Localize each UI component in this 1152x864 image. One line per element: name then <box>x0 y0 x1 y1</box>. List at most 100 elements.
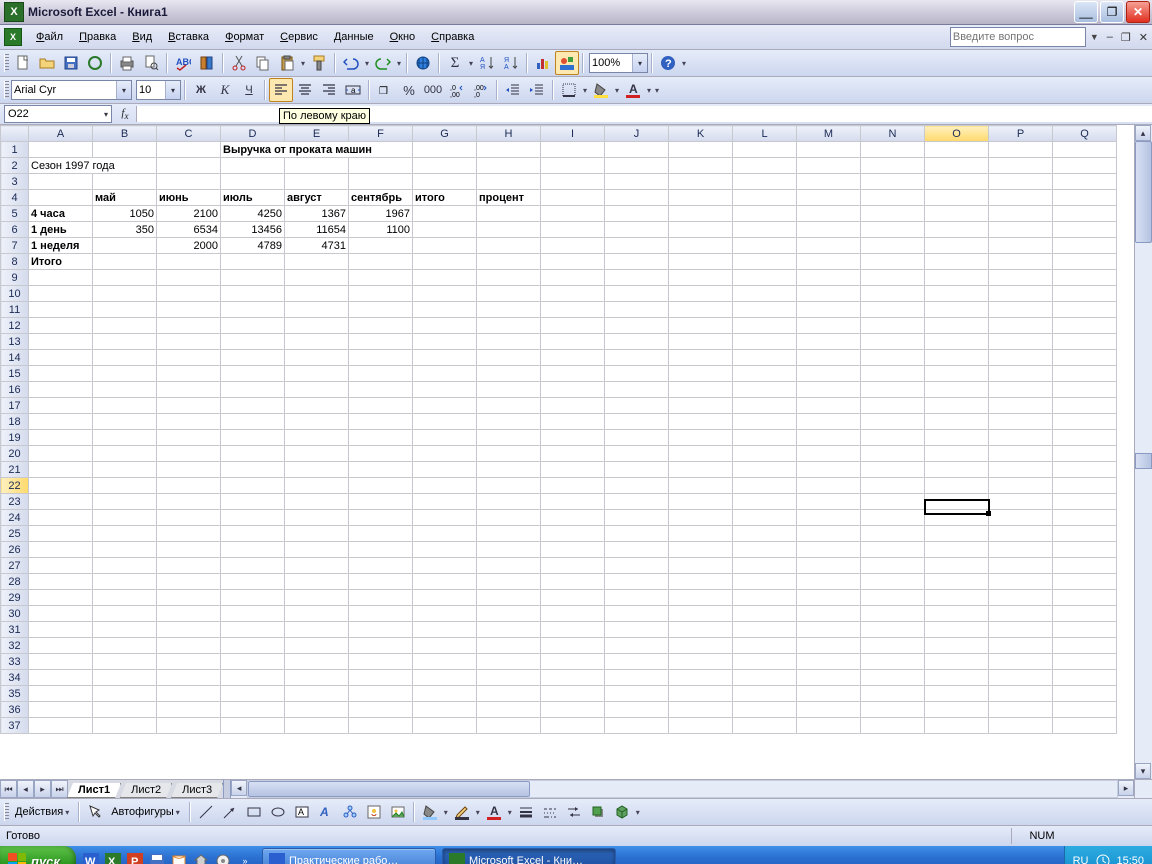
cell-I7[interactable] <box>541 238 605 254</box>
align-right-button[interactable] <box>317 78 341 102</box>
cell-O28[interactable] <box>925 574 989 590</box>
cell-Q8[interactable] <box>1053 254 1117 270</box>
cell-H35[interactable] <box>477 686 541 702</box>
row-header-12[interactable]: 12 <box>1 318 29 334</box>
borders-dropdown-icon[interactable]: ▾ <box>581 86 589 95</box>
row-header-28[interactable]: 28 <box>1 574 29 590</box>
cell-C30[interactable] <box>157 606 221 622</box>
cell-L1[interactable] <box>733 142 797 158</box>
cell-G19[interactable] <box>413 430 477 446</box>
row-header-15[interactable]: 15 <box>1 366 29 382</box>
cell-E24[interactable] <box>285 510 349 526</box>
cell-G7[interactable] <box>413 238 477 254</box>
cell-Q29[interactable] <box>1053 590 1117 606</box>
cell-N32[interactable] <box>861 638 925 654</box>
cell-J35[interactable] <box>605 686 669 702</box>
cell-B16[interactable] <box>93 382 157 398</box>
cell-L13[interactable] <box>733 334 797 350</box>
cell-Q24[interactable] <box>1053 510 1117 526</box>
fill-color-draw-button[interactable] <box>418 800 442 824</box>
cell-D21[interactable] <box>221 462 285 478</box>
cell-I36[interactable] <box>541 702 605 718</box>
cell-B17[interactable] <box>93 398 157 414</box>
cell-A30[interactable] <box>29 606 93 622</box>
format-painter-icon[interactable] <box>307 51 331 75</box>
fx-button[interactable]: fx <box>116 107 134 121</box>
cell-K25[interactable] <box>669 526 733 542</box>
cell-C12[interactable] <box>157 318 221 334</box>
cell-K5[interactable] <box>669 206 733 222</box>
cell-L23[interactable] <box>733 494 797 510</box>
cell-J11[interactable] <box>605 302 669 318</box>
cell-F11[interactable] <box>349 302 413 318</box>
italic-button[interactable]: К <box>213 78 237 102</box>
menu-файл[interactable]: Файл <box>28 28 71 46</box>
cell-H22[interactable] <box>477 478 541 494</box>
row-header-10[interactable]: 10 <box>1 286 29 302</box>
cell-N10[interactable] <box>861 286 925 302</box>
cell-I37[interactable] <box>541 718 605 734</box>
cell-Q36[interactable] <box>1053 702 1117 718</box>
row-header-5[interactable]: 5 <box>1 206 29 222</box>
cell-G15[interactable] <box>413 366 477 382</box>
cell-P36[interactable] <box>989 702 1053 718</box>
cell-A35[interactable] <box>29 686 93 702</box>
cell-H9[interactable] <box>477 270 541 286</box>
cell-M29[interactable] <box>797 590 861 606</box>
line-color-dropdown-icon[interactable]: ▾ <box>474 808 482 817</box>
system-tray[interactable]: RU 15:50 <box>1064 846 1152 864</box>
cell-Q1[interactable] <box>1053 142 1117 158</box>
sort-desc-icon[interactable]: ЯА <box>499 51 523 75</box>
cell-A10[interactable] <box>29 286 93 302</box>
cell-E27[interactable] <box>285 558 349 574</box>
cell-H13[interactable] <box>477 334 541 350</box>
cell-D23[interactable] <box>221 494 285 510</box>
ql-word-icon[interactable]: W <box>81 850 101 864</box>
cell-J19[interactable] <box>605 430 669 446</box>
cell-Q20[interactable] <box>1053 446 1117 462</box>
cell-L32[interactable] <box>733 638 797 654</box>
cell-K13[interactable] <box>669 334 733 350</box>
cell-I13[interactable] <box>541 334 605 350</box>
menu-справка[interactable]: Справка <box>423 28 482 46</box>
cell-D13[interactable] <box>221 334 285 350</box>
cell-J6[interactable] <box>605 222 669 238</box>
cell-O8[interactable] <box>925 254 989 270</box>
cell-A18[interactable] <box>29 414 93 430</box>
new-file-icon[interactable] <box>11 51 35 75</box>
cell-K14[interactable] <box>669 350 733 366</box>
font-color-button[interactable]: A <box>621 78 645 102</box>
cell-F4[interactable]: сентябрь <box>349 190 413 206</box>
cell-A9[interactable] <box>29 270 93 286</box>
scroll-right-icon[interactable]: ▸ <box>1118 780 1134 796</box>
cell-B19[interactable] <box>93 430 157 446</box>
cell-C5[interactable]: 2100 <box>157 206 221 222</box>
cell-I5[interactable] <box>541 206 605 222</box>
cell-K1[interactable] <box>669 142 733 158</box>
cell-Q9[interactable] <box>1053 270 1117 286</box>
cell-O31[interactable] <box>925 622 989 638</box>
row-header-26[interactable]: 26 <box>1 542 29 558</box>
cell-D8[interactable] <box>221 254 285 270</box>
cell-E18[interactable] <box>285 414 349 430</box>
cell-L18[interactable] <box>733 414 797 430</box>
cell-K37[interactable] <box>669 718 733 734</box>
cell-M36[interactable] <box>797 702 861 718</box>
cell-H37[interactable] <box>477 718 541 734</box>
cell-K6[interactable] <box>669 222 733 238</box>
cell-O11[interactable] <box>925 302 989 318</box>
col-header-E[interactable]: E <box>285 126 349 142</box>
cell-I14[interactable] <box>541 350 605 366</box>
cell-H14[interactable] <box>477 350 541 366</box>
row-header-34[interactable]: 34 <box>1 670 29 686</box>
cell-G25[interactable] <box>413 526 477 542</box>
cell-C33[interactable] <box>157 654 221 670</box>
cell-E16[interactable] <box>285 382 349 398</box>
cell-E31[interactable] <box>285 622 349 638</box>
cell-N31[interactable] <box>861 622 925 638</box>
row-header-19[interactable]: 19 <box>1 430 29 446</box>
cell-M18[interactable] <box>797 414 861 430</box>
cell-L8[interactable] <box>733 254 797 270</box>
wordart-icon[interactable]: A <box>314 800 338 824</box>
cell-K26[interactable] <box>669 542 733 558</box>
